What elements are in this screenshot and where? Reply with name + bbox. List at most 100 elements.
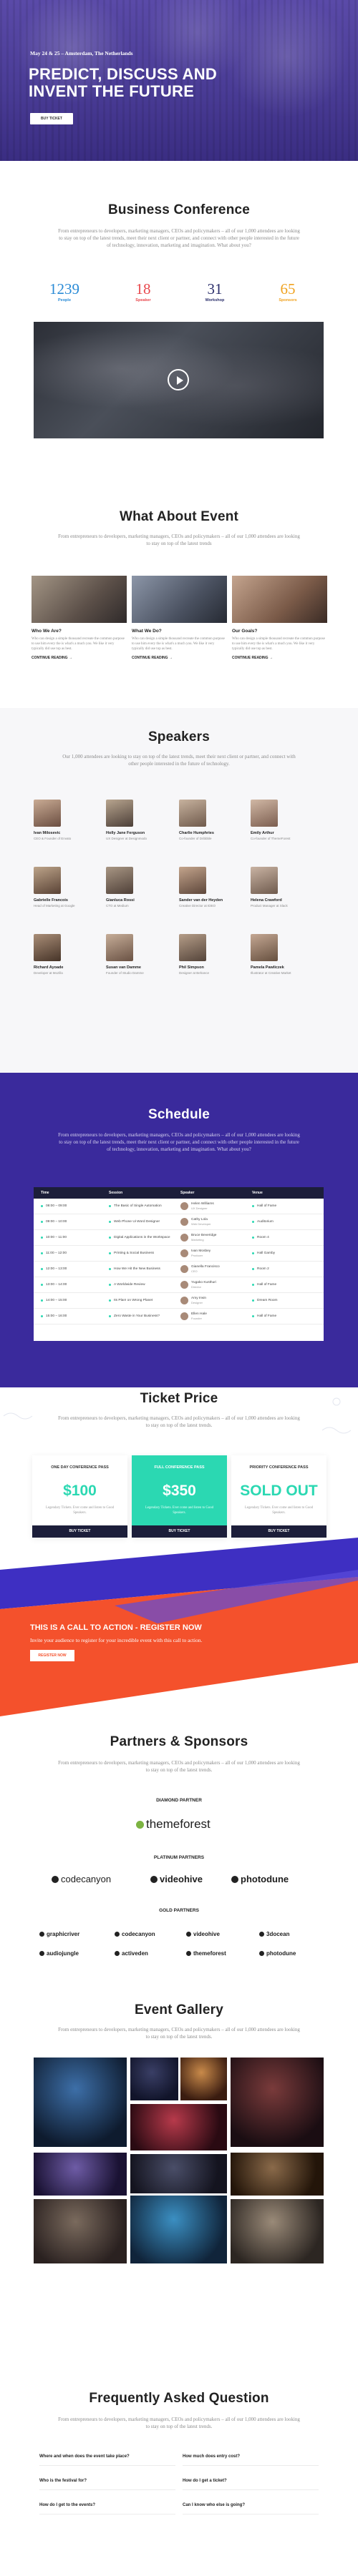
- buy-ticket-button[interactable]: BUY TICKET: [231, 1525, 326, 1538]
- partner-logo-3docean[interactable]: 3docean: [259, 1931, 289, 1937]
- schedule-row[interactable]: 10:00 – 11:00 Digital Applications in the…: [34, 1230, 324, 1246]
- about-card-text: Who can design a simple thousand recreat…: [132, 637, 225, 651]
- partner-logo-audiojungle[interactable]: audiojungle: [39, 1950, 79, 1957]
- schedule-row[interactable]: 09:00 – 10:00 Web Phone Ui Word Designer C…: [34, 1214, 324, 1230]
- faq-question[interactable]: Who is the festival for?: [39, 2479, 175, 2490]
- speaker-card[interactable]: Helena Crawford Product Manager at Slack: [251, 867, 315, 908]
- stat-speaker: 18 Speaker: [111, 281, 175, 303]
- schedule-speaker-role: CEO: [191, 1269, 198, 1273]
- schedule-row[interactable]: 13:00 – 14:00 A Worldwide Review Yugako Ku…: [34, 1277, 324, 1293]
- speaker-photo: [251, 800, 278, 827]
- stat-value: 18: [135, 280, 151, 298]
- faq-question[interactable]: Where and when does the event take place…: [39, 2454, 175, 2466]
- schedule-venue: Hall Gamby: [257, 1252, 276, 1255]
- schedule-row[interactable]: 12:00 – 13:00 How We Hit the New Business…: [34, 1262, 324, 1277]
- faq-question[interactable]: Can I know who else is going?: [183, 2503, 319, 2514]
- speaker-card[interactable]: Susan van Damme Founder of Studio Damme: [106, 934, 170, 975]
- gallery-image[interactable]: [34, 2058, 127, 2147]
- hero-title: PREDICT, DISCUSS AND INVENT THE FUTURE: [29, 65, 218, 100]
- ticket-price: $100: [63, 1483, 97, 1499]
- speaker-role: Founder of Studio Damme: [106, 971, 144, 975]
- gallery-image[interactable]: [180, 2058, 227, 2100]
- schedule-time: 08:00 – 09:00: [46, 1204, 67, 1208]
- speaker-card[interactable]: Gabrielle Francois Head of Marketing at G…: [34, 867, 98, 908]
- speaker-photo: [34, 867, 61, 894]
- speaker-card[interactable]: Charlie Humphries Co-founder of Dribbble: [179, 800, 243, 840]
- faq-question[interactable]: How do I get a ticket?: [183, 2479, 319, 2490]
- schedule-session: Printing & Social Business: [114, 1252, 154, 1255]
- photodune-icon: [231, 1875, 238, 1883]
- continue-reading-link[interactable]: CONTINUE READING →: [132, 656, 227, 660]
- conference-video[interactable]: [34, 322, 324, 438]
- speaker-card[interactable]: Holly Jane Ferguson UX Designer at Design…: [106, 800, 170, 840]
- speaker-card[interactable]: Emily Arthur Co-founder of ThemeForest: [251, 800, 315, 840]
- schedule-row[interactable]: 15:00 – 16:00 Zero Waste in Your Business…: [34, 1309, 324, 1324]
- partner-logo-photodune[interactable]: photodune: [231, 1874, 289, 1884]
- venue-dot-icon: [252, 1268, 254, 1270]
- schedule-venue: Room 2: [257, 1267, 269, 1271]
- play-icon[interactable]: [168, 369, 189, 390]
- partner-logo-themeforest[interactable]: themeforest: [136, 1817, 211, 1832]
- register-now-button[interactable]: REGISTER NOW: [30, 1650, 74, 1661]
- partner-logo-codecanyon[interactable]: codecanyon: [52, 1874, 111, 1884]
- venue-dot-icon: [252, 1205, 254, 1207]
- partner-logo-videohive[interactable]: videohive: [150, 1874, 203, 1884]
- partner-logo-videohive[interactable]: videohive: [186, 1931, 220, 1937]
- partner-logo-codecanyon[interactable]: codecanyon: [115, 1931, 155, 1937]
- buy-ticket-button[interactable]: BUY TICKET: [132, 1525, 227, 1538]
- gallery-image[interactable]: [231, 2199, 324, 2263]
- gallery-image[interactable]: [231, 2058, 324, 2147]
- column-header: Time: [41, 1191, 49, 1195]
- gallery-image[interactable]: [130, 2196, 227, 2263]
- partner-logo-photodune[interactable]: photodune: [259, 1950, 296, 1957]
- speaker-name: Helena Crawford: [251, 898, 282, 903]
- speaker-role: CEO & Founder of Envato: [34, 837, 72, 840]
- ticket-desc: Legendary Tickets. Ever come and listen …: [244, 1506, 314, 1515]
- faq-question[interactable]: How much does entry cost?: [183, 2454, 319, 2466]
- partner-logo-themeforest[interactable]: themeforest: [186, 1950, 226, 1957]
- partner-logo-activeden[interactable]: activeden: [115, 1950, 148, 1957]
- gallery-image[interactable]: [130, 2058, 178, 2100]
- schedule-row[interactable]: 14:00 – 15:00 Its Plan! on Wrong Planet Am…: [34, 1293, 324, 1309]
- schedule-row[interactable]: 08:00 – 09:00 The Basic of Single Automat…: [34, 1199, 324, 1214]
- gallery-image[interactable]: [130, 2154, 227, 2193]
- about-card-text: Who can design a simple thousand recreat…: [32, 637, 125, 651]
- buy-ticket-button[interactable]: BUY TICKET: [30, 113, 73, 124]
- faq-question[interactable]: How do I get to the events?: [39, 2503, 175, 2514]
- speaker-role: Head of Marketing at Google: [34, 904, 75, 908]
- gallery-image[interactable]: [34, 2199, 127, 2263]
- speaker-card[interactable]: Phil Simpson Designer at Behance: [179, 934, 243, 975]
- continue-reading-link[interactable]: CONTINUE READING →: [232, 656, 327, 660]
- venue-dot-icon: [252, 1221, 254, 1223]
- buy-ticket-button[interactable]: BUY TICKET: [32, 1525, 127, 1538]
- session-dot-icon: [109, 1237, 111, 1239]
- about-card-image: [132, 576, 227, 623]
- speaker-card[interactable]: Ivan Milosevic CEO & Founder of Envato: [34, 800, 98, 840]
- gallery-image[interactable]: [34, 2153, 127, 2196]
- venue-dot-icon: [252, 1299, 254, 1302]
- schedule-row[interactable]: 11:00 – 12:00 Printing & Social Business I…: [34, 1246, 324, 1262]
- schedule-speaker-role: UX Designer: [191, 1206, 208, 1210]
- speaker-name: Sander van der Heyden: [179, 898, 223, 903]
- about-card-title: Our Goals?: [232, 629, 258, 634]
- gallery-image[interactable]: [231, 2153, 324, 2196]
- speaker-role: Co-founder of ThemeForest: [251, 837, 291, 840]
- speaker-photo: [179, 867, 206, 894]
- speaker-card[interactable]: Sander van der Heyden Creative Director a…: [179, 867, 243, 908]
- partner-logo-graphicriver[interactable]: graphicriver: [39, 1931, 79, 1937]
- stat-workshop: 31 Workshop: [183, 281, 247, 303]
- column-header: Venue: [252, 1191, 263, 1195]
- speaker-avatar: [180, 1297, 188, 1304]
- schedule-session: Web Phone Ui Word Designer: [114, 1220, 160, 1224]
- continue-reading-link[interactable]: CONTINUE READING →: [32, 656, 127, 660]
- stat-label: Workshop: [205, 298, 225, 303]
- gallery-image[interactable]: [130, 2104, 227, 2150]
- speaker-photo: [106, 867, 133, 894]
- speaker-card[interactable]: Gianluca Rossi CTO at Medium: [106, 867, 170, 908]
- ticket-price: SOLD OUT: [240, 1483, 318, 1499]
- themeforest-icon: [186, 1951, 191, 1956]
- ticket-desc: Legendary Tickets. Ever come and listen …: [145, 1506, 214, 1515]
- speaker-card[interactable]: Pamela Pawliczek Illustrator at Creative …: [251, 934, 315, 975]
- speaker-card[interactable]: Richard Ayoade Developer at Mozilla: [34, 934, 98, 975]
- videohive-icon: [186, 1932, 191, 1937]
